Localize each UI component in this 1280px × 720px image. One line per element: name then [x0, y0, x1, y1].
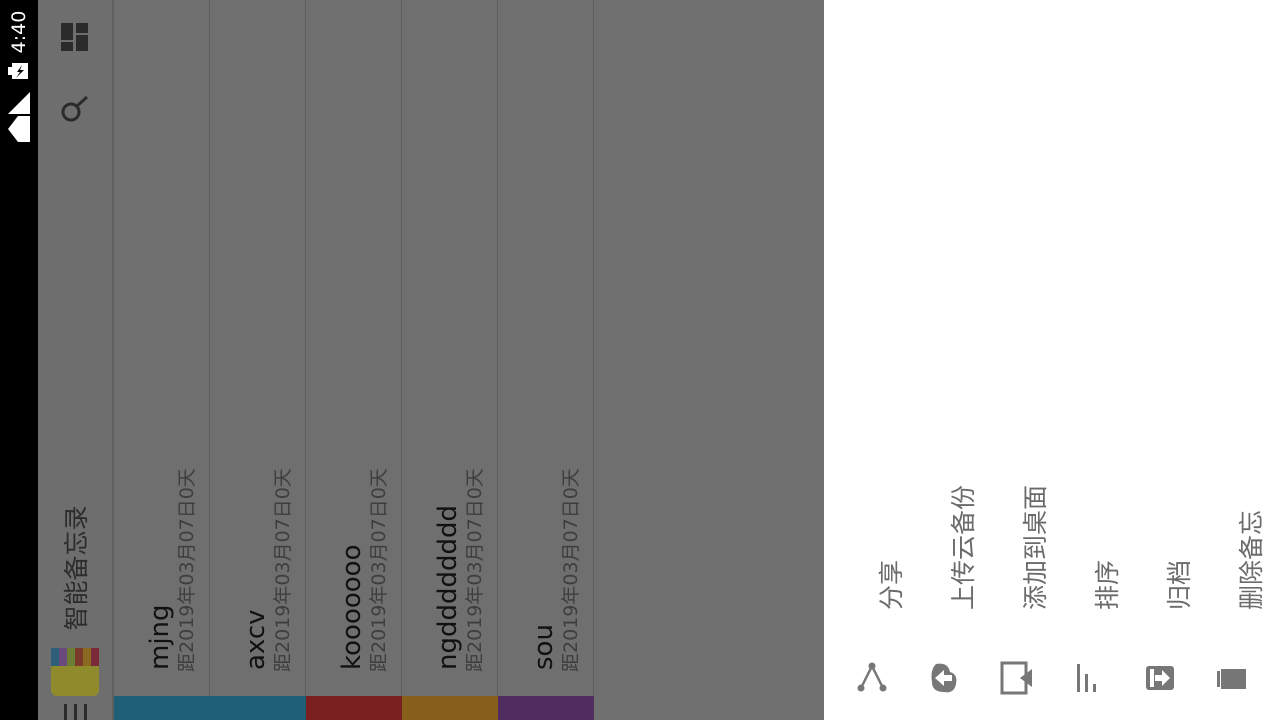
archive-icon: [1142, 660, 1178, 696]
menu-item-label: 分享: [877, 559, 906, 610]
note-card[interactable]: axcv 距2019年03月07日0天: [210, 0, 306, 720]
cloud-upload-icon: [926, 660, 962, 696]
app-logo-icon: [51, 648, 99, 696]
app-title: 智能备忘录: [62, 505, 91, 631]
note-color-stripe: [210, 696, 306, 720]
menu-item-label: 添加到桌面: [1021, 484, 1050, 610]
menu-item-cloud-backup[interactable]: 上传云备份: [908, 462, 980, 720]
menu-item-sort[interactable]: 排序: [1052, 462, 1124, 720]
note-title: ngdddddddd: [433, 504, 463, 670]
cellular-signal-icon: [8, 92, 30, 114]
menu-item-share[interactable]: 分享: [836, 462, 908, 720]
note-date: 距2019年03月07日0天: [368, 468, 390, 672]
menu-drawer-icon[interactable]: [64, 704, 88, 720]
action-menu: 分享 上传云备份 添加到桌面 排序 归档 删除备忘: [824, 0, 1280, 720]
note-title: mjng: [145, 604, 175, 670]
note-color-stripe: [114, 696, 210, 720]
menu-item-delete[interactable]: 删除备忘: [1196, 462, 1268, 720]
menu-item-label: 上传云备份: [949, 484, 978, 610]
note-date: 距2019年03月07日0天: [464, 468, 486, 672]
share-icon: [854, 660, 890, 696]
note-card[interactable]: sou 距2019年03月07日0天: [498, 0, 594, 720]
menu-item-label: 删除备忘: [1237, 509, 1266, 610]
note-date: 距2019年03月07日0天: [272, 468, 294, 672]
wifi-icon: [6, 114, 32, 144]
menu-item-add-to-desktop[interactable]: 添加到桌面: [980, 462, 1052, 720]
note-date: 距2019年03月07日0天: [176, 468, 198, 672]
menu-item-archive[interactable]: 归档: [1124, 462, 1196, 720]
add-to-desktop-icon: [998, 660, 1034, 696]
note-color-stripe: [498, 696, 594, 720]
sort-icon: [1070, 660, 1106, 696]
note-title: sou: [529, 624, 559, 670]
dashboard-icon[interactable]: [60, 22, 90, 52]
menu-item-label: 排序: [1093, 559, 1122, 610]
search-icon[interactable]: [60, 94, 90, 124]
note-card[interactable]: kooooooo 距2019年03月07日0天: [306, 0, 402, 720]
status-time: 4:40: [8, 10, 30, 54]
status-bar: 4:40: [0, 0, 38, 720]
note-title: kooooooo: [337, 544, 367, 670]
memo-app: 智能备忘录 mjng 距2019年03月07日0天 axcv 距2019年03月…: [38, 0, 824, 720]
note-card[interactable]: mjng 距2019年03月07日0天: [114, 0, 210, 720]
menu-item-label: 归档: [1165, 559, 1194, 610]
toolbar: 智能备忘录: [38, 0, 112, 720]
note-title: axcv: [241, 609, 271, 670]
battery-charging-icon: [8, 62, 30, 80]
note-card[interactable]: ngdddddddd 距2019年03月07日0天: [402, 0, 498, 720]
note-color-stripe: [402, 696, 498, 720]
note-color-stripe: [306, 696, 402, 720]
delete-icon: [1214, 660, 1250, 696]
note-date: 距2019年03月07日0天: [560, 468, 582, 672]
